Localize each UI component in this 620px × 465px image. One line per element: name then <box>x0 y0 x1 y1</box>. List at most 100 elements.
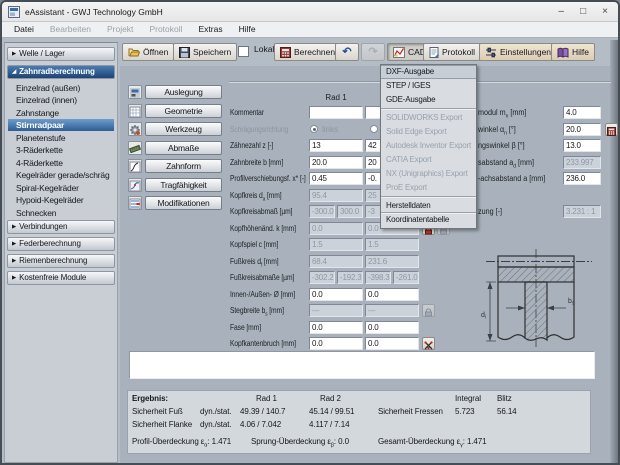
menu-item-step-iges[interactable]: STEP / IGES <box>381 79 476 93</box>
save-button[interactable]: Speichern <box>173 43 237 61</box>
nullachsabstand-label: sabstand ad [mm] <box>478 156 534 174</box>
tragfaehigkeit-icon <box>128 178 142 192</box>
sidebar-group-riemenberechnung[interactable]: ▶Riemenberechnung <box>7 254 115 268</box>
sidebar-item-stirnradpaar[interactable]: Stirnradpaar <box>8 119 114 131</box>
protocol-button[interactable]: Protokoll <box>423 43 481 61</box>
sidebar-group-kostenfreie-module[interactable]: ▶Kostenfreie Module <box>7 271 115 285</box>
eingriffswinkel-calculator-button[interactable] <box>605 123 618 136</box>
open-button[interactable]: Öffnen <box>122 43 174 61</box>
nav-tragfaehigkeit-button[interactable]: Tragfähigkeit <box>145 178 222 192</box>
profilverschiebung-label: Profilverschiebungsf. x* [-] <box>230 172 306 185</box>
nav-zahnform-button[interactable]: Zahnform <box>145 159 222 173</box>
fase-rad2-field[interactable]: 0.0 <box>365 321 419 334</box>
settings-button[interactable]: Einstellungen <box>479 43 557 61</box>
innen-aussen-rad1-field[interactable]: 0.0 <box>309 288 363 301</box>
stegbreite-rad2-field: --- <box>365 304 419 317</box>
stegbreite-label: Stegbreite bs [mm] <box>230 304 284 322</box>
werkzeug-icon <box>128 122 142 136</box>
local-checkbox[interactable] <box>238 46 249 57</box>
stegbreite-rad1-field: --- <box>309 304 363 317</box>
kommentar-label: Kommentar <box>230 106 264 119</box>
help-button[interactable]: Hilfe <box>551 43 595 61</box>
app-icon <box>8 6 20 18</box>
menu-extras[interactable]: Extras <box>191 22 231 37</box>
cad-icon <box>393 47 405 58</box>
maximize-button[interactable]: □ <box>580 3 586 21</box>
results-title: Ergebnis: <box>132 394 168 403</box>
menu-hilfe[interactable]: Hilfe <box>231 22 264 37</box>
sidebar-item-zahnstange[interactable]: Zahnstange <box>8 107 114 119</box>
schraegungswinkel-field[interactable]: 13.0 <box>563 139 601 152</box>
sicherheit-fuss-rad1-value: 49.39 / 140.7 <box>240 407 285 416</box>
zaehnezahl-rad1-field[interactable]: 13 <box>309 139 363 152</box>
results-header-rad2: Rad 2 <box>320 394 341 403</box>
sprung-ueberdeckung-value: Sprung-Überdeckung εβ: 0.0 <box>251 437 349 449</box>
sidebar-item-kegelraeder[interactable]: Kegelräder gerade/schräg <box>8 169 114 181</box>
kommentar-rad1-field[interactable] <box>309 106 363 119</box>
sidebar-group-zahnradberechnung[interactable]: ◢Zahnradberechnung <box>7 65 115 79</box>
menu-bar: Datei Bearbeiten Projekt Protokoll Extra… <box>2 22 618 38</box>
fase-rad1-field[interactable]: 0.0 <box>309 321 363 334</box>
nav-abmasse-button[interactable]: Abmaße <box>145 141 222 155</box>
menu-separator <box>381 108 476 109</box>
zahnbreite-label: Zahnbreite b [mm] <box>230 156 283 169</box>
nav-modifikationen-button[interactable]: Modifikationen <box>145 196 222 210</box>
collapsed-arrow-icon: ▶ <box>12 258 16 264</box>
fusskreisabmasse-rad2-lower-field: -261.0 <box>393 271 419 284</box>
document-icon <box>429 47 439 58</box>
calculate-button[interactable]: Berechnen <box>274 43 341 61</box>
undo-button[interactable]: ↶ <box>335 43 359 61</box>
kopfspiel-rad2-field: 1.5 <box>365 238 419 251</box>
nav-werkzeug-button[interactable]: Werkzeug <box>145 122 222 136</box>
sicherheit-fressen-blitz-value: 56.14 <box>497 407 517 416</box>
menu-item-koordinatentabelle[interactable]: Koordinatentabelle <box>381 213 476 227</box>
sidebar-item-spiral-kegelraeder[interactable]: Spiral-Kegelräder <box>8 182 114 194</box>
sidebar-group-federberechnung[interactable]: ▶Federberechnung <box>7 237 115 251</box>
sidebar-item-hypoid-kegelraeder[interactable]: Hypoid-Kegelräder <box>8 194 114 206</box>
sicherheit-flanke-label: Sicherheit Flanke <box>132 420 192 429</box>
sidebar-item-schnecken[interactable]: Schnecken <box>8 207 114 219</box>
normalmodul-field[interactable]: 4.0 <box>563 106 601 119</box>
menu-item-gde-ausgabe[interactable]: GDE-Ausgabe <box>381 93 476 107</box>
zahnbreite-rad1-field[interactable]: 20.0 <box>309 156 363 169</box>
expanded-arrow-icon: ◢ <box>12 69 16 75</box>
sicherheit-fressen-label: Sicherheit Fressen <box>378 407 443 416</box>
sicherheit-fuss-mode: dyn./stat. <box>200 407 231 416</box>
sicherheit-flanke-rad1-value: 4.06 / 7.042 <box>240 420 281 429</box>
profilverschiebung-rad1-field[interactable]: 0.45 <box>309 172 363 185</box>
sidebar-group-welle-lager[interactable]: ▶Welle / Lager <box>7 47 115 61</box>
nav-auslegung-button[interactable]: Auslegung <box>145 85 222 99</box>
menu-item-dxf-ausgabe[interactable]: DXF-Ausgabe <box>381 65 476 79</box>
collapsed-arrow-icon: ▶ <box>12 275 16 281</box>
kopfkantenbruch-rad1-field[interactable]: 0.0 <box>309 337 363 350</box>
window-right-shade <box>610 40 618 465</box>
cad-dropdown-menu: DXF-Ausgabe STEP / IGES GDE-Ausgabe SOLI… <box>380 64 477 229</box>
folder-open-icon <box>128 47 140 58</box>
geometrie-icon <box>128 104 142 118</box>
menu-item-proe-export: ProE Export <box>381 181 476 195</box>
sidebar-item-4-raederkette[interactable]: 4-Räderkette <box>8 157 114 169</box>
menu-datei[interactable]: Datei <box>6 22 42 37</box>
sidebar-item-3-raederkette[interactable]: 3-Räderkette <box>8 144 114 156</box>
help-book-icon <box>557 47 569 58</box>
minimize-button[interactable]: – <box>559 3 565 21</box>
menu-item-solidworks-export: SOLIDWORKS Export <box>381 111 476 125</box>
kopfkantenbruch-detail-button[interactable] <box>422 337 435 350</box>
eingriffswinkel-field[interactable]: 20.0 <box>563 123 601 136</box>
sidebar-item-einzelrad-aussen[interactable]: Einzelrad (außen) <box>8 82 114 94</box>
innen-aussen-rad2-field[interactable]: 0.0 <box>365 288 419 301</box>
sidebar-item-einzelrad-innen[interactable]: Einzelrad (innen) <box>8 94 114 106</box>
close-button[interactable]: × <box>602 3 608 21</box>
kopfkantenbruch-rad2-field[interactable]: 0.0 <box>365 337 419 350</box>
eingriffswinkel-label: winkel αn [°] <box>478 123 516 141</box>
menu-item-autodesk-inventor-export: Autodesk Inventor Export <box>381 139 476 153</box>
menu-item-herstelldaten[interactable]: Herstelldaten <box>381 199 476 213</box>
app-window: eAssistant - GWJ Technology GmbH – □ × D… <box>0 0 620 465</box>
betriebsachsabstand-field[interactable]: 236.0 <box>563 172 601 185</box>
uebersetzung-field: 3.231 : 1 <box>563 205 601 218</box>
param-row: ngswinkel β [°] 13.0 <box>478 139 618 152</box>
nav-geometrie-button[interactable]: Geometrie <box>145 104 222 118</box>
sidebar-item-planetenstufe[interactable]: Planetenstufe <box>8 132 114 144</box>
sidebar-group-verbindungen[interactable]: ▶Verbindungen <box>7 220 115 234</box>
fusskreis-rad2-field: 231.6 <box>365 255 419 268</box>
